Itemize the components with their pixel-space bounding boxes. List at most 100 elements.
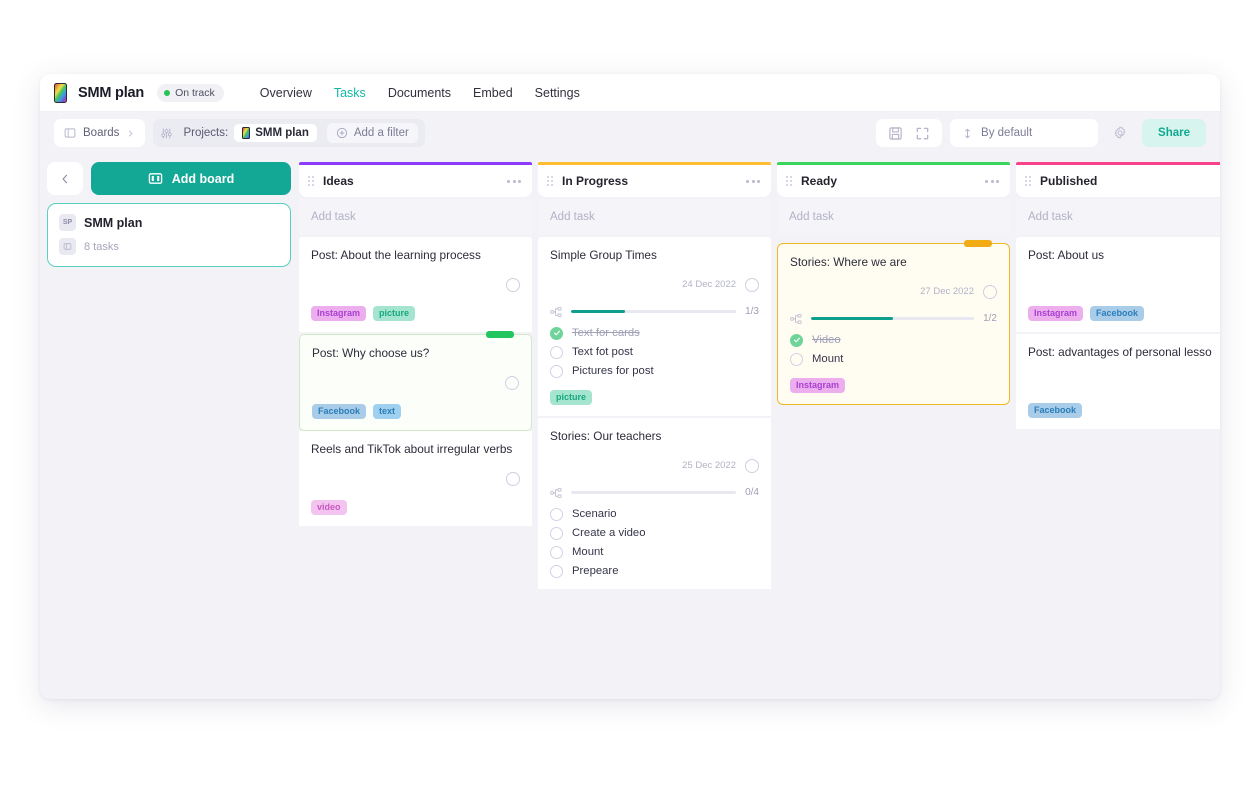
subtask-checkbox[interactable] — [790, 334, 803, 347]
subtask-checkbox[interactable] — [550, 365, 563, 378]
subtask-item[interactable]: Scenario — [550, 508, 759, 521]
column-menu-button[interactable] — [746, 180, 760, 183]
app-header: SMM plan On track Overview Tasks Documen… — [40, 74, 1220, 112]
add-filter-label: Add a filter — [354, 127, 409, 139]
add-task-button[interactable]: Add task — [538, 199, 771, 235]
task-complete-toggle[interactable] — [506, 278, 520, 292]
task-card[interactable]: Reels and TikTok about irregular verbsvi… — [299, 431, 532, 528]
column-menu-button[interactable] — [507, 180, 521, 183]
subtask-item[interactable]: Text for cards — [550, 327, 759, 340]
subtask-checkbox[interactable] — [550, 546, 563, 559]
tag-instagram[interactable]: Instagram — [790, 378, 845, 393]
task-card-title: Simple Group Times — [550, 248, 759, 264]
collapse-sidebar-button[interactable] — [47, 162, 83, 195]
tag-picture[interactable]: picture — [373, 306, 415, 321]
tag-video[interactable]: video — [311, 500, 347, 515]
task-card[interactable]: Simple Group Times24 Dec 20221/3Text for… — [538, 237, 771, 418]
subtask-checkbox[interactable] — [550, 346, 563, 359]
subtask-checkbox[interactable] — [550, 327, 563, 340]
tag-facebook[interactable]: Facebook — [1090, 306, 1144, 321]
expand-icon[interactable] — [915, 126, 930, 141]
tag-instagram[interactable]: Instagram — [311, 306, 366, 321]
column-menu-button[interactable] — [985, 180, 999, 183]
column-header: Ready — [777, 165, 1010, 197]
subtask-checkbox[interactable] — [550, 565, 563, 578]
task-card-meta — [1028, 276, 1220, 294]
task-complete-toggle[interactable] — [983, 285, 997, 299]
check-icon — [553, 329, 561, 337]
tag-picture[interactable]: picture — [550, 390, 592, 405]
plus-circle-icon — [336, 127, 348, 139]
save-icon[interactable] — [888, 126, 903, 141]
task-tags: picture — [550, 390, 759, 405]
status-dot-icon — [164, 90, 170, 96]
tab-embed[interactable]: Embed — [473, 84, 513, 102]
boards-breadcrumb-button[interactable]: Boards — [54, 119, 145, 147]
chevron-left-icon — [59, 173, 71, 185]
subtask-item[interactable]: Mount — [550, 546, 759, 559]
task-card[interactable]: Post: About the learning process Instagra… — [299, 237, 532, 334]
sidebar-board-item-smm-plan[interactable]: SP SMM plan 8 tasks — [47, 203, 291, 267]
add-task-button[interactable]: Add task — [299, 199, 532, 235]
task-card[interactable]: Stories: Our teachers 25 Dec 2022 0/4 Scena… — [538, 418, 771, 591]
projects-filter[interactable]: Projects: SMM plan — [180, 124, 319, 142]
sliders-icon[interactable] — [160, 127, 173, 140]
drag-dots-icon[interactable] — [308, 176, 314, 186]
add-board-label: Add board — [172, 172, 235, 186]
settings-button[interactable] — [1106, 119, 1134, 147]
task-tags: Facebook text — [312, 404, 519, 419]
task-card[interactable]: Post: About usInstagramFacebook — [1016, 237, 1220, 334]
projects-filter-value[interactable]: SMM plan — [234, 124, 317, 142]
column-cards: Post: About the learning process Instagra… — [299, 237, 532, 528]
subtask-item[interactable]: Mount — [790, 353, 997, 366]
task-card-title: Stories: Our teachers — [550, 429, 759, 445]
board-add-icon — [148, 171, 163, 186]
add-filter-button[interactable]: Add a filter — [327, 123, 418, 143]
task-card[interactable]: Stories: Where we are27 Dec 20221/2Video… — [777, 243, 1010, 405]
progress-count: 1/3 — [745, 306, 759, 317]
tab-documents[interactable]: Documents — [388, 84, 451, 102]
task-card-meta — [312, 374, 519, 392]
task-card-title: Stories: Where we are — [790, 255, 997, 271]
column-title: Published — [1040, 174, 1097, 188]
tag-facebook[interactable]: Facebook — [312, 404, 366, 419]
share-button[interactable]: Share — [1142, 119, 1206, 147]
tag-facebook[interactable]: Facebook — [1028, 403, 1082, 418]
add-task-button[interactable]: Add task — [1016, 199, 1220, 235]
subtask-item[interactable]: Video — [790, 334, 997, 347]
tab-overview[interactable]: Overview — [260, 84, 312, 102]
task-complete-toggle[interactable] — [745, 459, 759, 473]
tag-text[interactable]: text — [373, 404, 401, 419]
subtask-checkbox[interactable] — [550, 527, 563, 540]
add-task-button[interactable]: Add task — [777, 199, 1010, 235]
tag-instagram[interactable]: Instagram — [1028, 306, 1083, 321]
task-card-title: Post: advantages of personal lesso — [1028, 345, 1220, 361]
tab-settings[interactable]: Settings — [535, 84, 580, 102]
kanban-column-ideas: IdeasAdd taskPost: About the learning pr… — [299, 162, 532, 699]
task-due-date: 25 Dec 2022 — [682, 460, 736, 471]
add-board-button[interactable]: Add board — [91, 162, 291, 195]
drag-dots-icon[interactable] — [547, 176, 553, 186]
tab-tasks[interactable]: Tasks — [334, 84, 366, 102]
boards-label: Boards — [83, 127, 119, 139]
task-card[interactable]: Post: Why choose us? Facebook text — [299, 334, 532, 431]
subtask-item[interactable]: Pictures for post — [550, 365, 759, 378]
task-card-title: Post: About the learning process — [311, 248, 520, 264]
task-complete-toggle[interactable] — [745, 278, 759, 292]
drag-dots-icon[interactable] — [786, 176, 792, 186]
subtask-item[interactable]: Create a video — [550, 527, 759, 540]
sort-dropdown[interactable]: By default — [950, 119, 1098, 147]
task-complete-toggle[interactable] — [506, 472, 520, 486]
task-card-title: Post: Why choose us? — [312, 346, 519, 362]
subtask-list: Scenario Create a video Mount Prepeare — [550, 508, 759, 578]
subtask-progress: 0/4 — [550, 487, 759, 499]
column-cards: Stories: Where we are27 Dec 20221/2Video… — [777, 237, 1010, 405]
task-card[interactable]: Post: advantages of personal lesso Facebo… — [1016, 334, 1220, 431]
task-complete-toggle[interactable] — [505, 376, 519, 390]
subtask-item[interactable]: Text fot post — [550, 346, 759, 359]
drag-dots-icon[interactable] — [1025, 176, 1031, 186]
subtask-item[interactable]: Prepeare — [550, 565, 759, 578]
subtask-checkbox[interactable] — [790, 353, 803, 366]
subtask-tree-icon — [790, 313, 802, 325]
subtask-checkbox[interactable] — [550, 508, 563, 521]
